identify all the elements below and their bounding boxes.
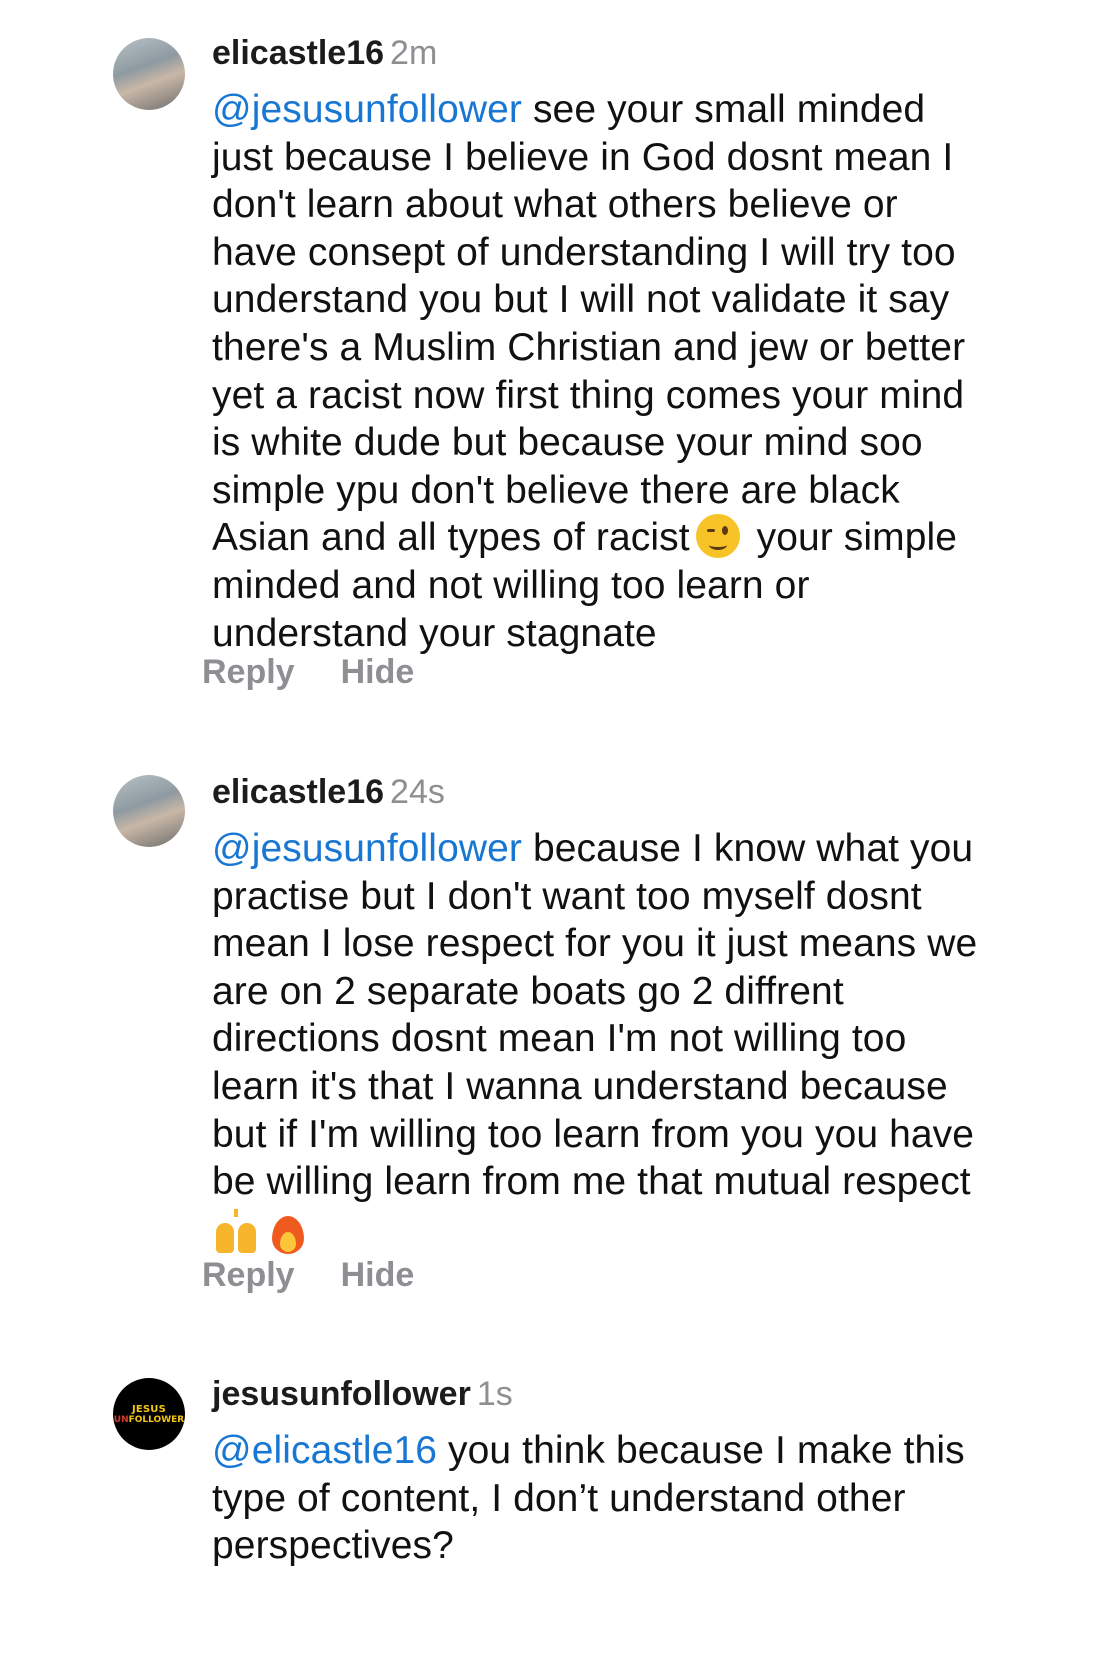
comment-actions: Reply Hide <box>202 652 460 692</box>
winking-face-icon <box>695 514 740 559</box>
emoji-row <box>212 1206 1072 1255</box>
username[interactable]: elicastle16 <box>212 773 384 811</box>
comment-header: elicastle16 2m <box>212 33 1072 73</box>
hide-button[interactable]: Hide <box>341 653 415 691</box>
username[interactable]: jesusunfollower <box>212 1375 471 1413</box>
brand-logo-line2: UNFOLLOWER <box>113 1414 185 1425</box>
comment-text: @jesusunfollower because I know what you… <box>212 825 1072 1206</box>
reply-button[interactable]: Reply <box>202 653 295 691</box>
username[interactable]: elicastle16 <box>212 34 384 72</box>
avatar[interactable]: JESUS UNFOLLOWER <box>113 1378 185 1450</box>
mention-link[interactable]: @elicastle16 <box>212 1429 437 1472</box>
mention-link[interactable]: @jesusunfollower <box>212 827 522 870</box>
comment-actions: Reply Hide <box>202 1255 460 1295</box>
hide-button[interactable]: Hide <box>341 1256 415 1294</box>
mention-link[interactable]: @jesusunfollower <box>212 88 522 131</box>
raising-hands-icon <box>212 1209 260 1254</box>
reply-button[interactable]: Reply <box>202 1256 295 1294</box>
comment-text: @jesusunfollower see your small minded j… <box>212 86 1072 657</box>
timestamp: 2m <box>390 34 438 72</box>
timestamp: 24s <box>390 773 445 811</box>
comment-text-part1: see your small minded just because I bel… <box>212 88 966 560</box>
avatar[interactable] <box>113 38 185 110</box>
comment-header: jesusunfollower 1s <box>212 1374 1072 1414</box>
brand-logo-line1: JESUS <box>131 1403 167 1415</box>
comment-text: @elicastle16 you think because I make th… <box>212 1427 1072 1570</box>
comment-text-part1: because I know what you practise but I d… <box>212 827 978 1204</box>
fire-icon <box>270 1208 306 1255</box>
comment-header: elicastle16 24s <box>212 772 1072 812</box>
timestamp: 1s <box>476 1375 513 1413</box>
avatar[interactable] <box>113 775 185 847</box>
